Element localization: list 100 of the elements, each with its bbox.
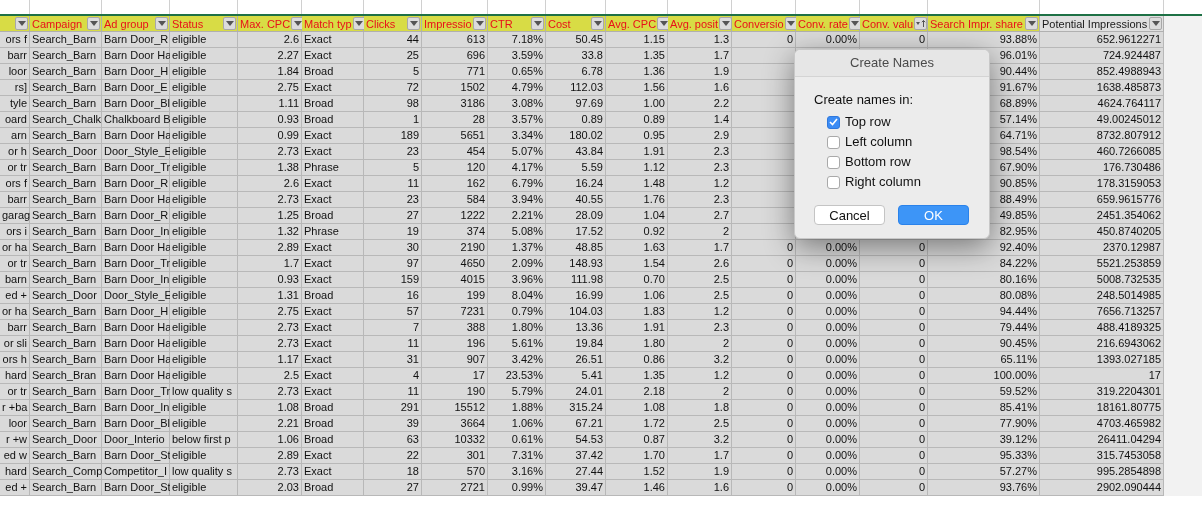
table-cell: 1.2 [668, 304, 732, 320]
checkbox[interactable] [827, 135, 840, 149]
table-cell: loor [0, 416, 30, 432]
dropdown-arrow-icon [293, 21, 302, 26]
table-cell: Barn Door_R [102, 176, 170, 192]
table-cell: eligible [170, 96, 238, 112]
table-cell: 216.6943062 [1040, 336, 1164, 352]
filter-button[interactable] [223, 17, 236, 30]
table-cell: 374 [422, 224, 488, 240]
table-cell: 0 [732, 448, 796, 464]
table-cell: 48.85 [546, 240, 606, 256]
filter-button[interactable] [591, 17, 604, 30]
table-cell: 301 [422, 448, 488, 464]
filter-button[interactable] [15, 17, 28, 30]
table-cell: eligible [170, 400, 238, 416]
table-cell: 77.90% [928, 416, 1040, 432]
filter-button[interactable] [407, 17, 420, 30]
option-label[interactable]: Left column [845, 132, 913, 152]
table-cell: eligible [170, 352, 238, 368]
checkbox[interactable] [827, 115, 840, 129]
table-cell: garag [0, 208, 30, 224]
table-cell: barr [0, 320, 30, 336]
table-cell: 16.99 [546, 288, 606, 304]
table-cell: 84.22% [928, 256, 1040, 272]
table-cell: 1.48 [606, 176, 668, 192]
table-cell: 2.3 [668, 160, 732, 176]
table-cell: 3.96% [488, 272, 546, 288]
table-cell: 26.51 [546, 352, 606, 368]
table-cell: 2.2 [668, 96, 732, 112]
table-cell: 57 [364, 304, 422, 320]
option-label[interactable]: Top row [845, 112, 891, 132]
table-cell: 3.59% [488, 48, 546, 64]
table-cell: tyle [0, 96, 30, 112]
header-label: Conv. valu [862, 16, 914, 31]
table-cell: 0 [732, 336, 796, 352]
table-cell: 0.89 [606, 112, 668, 128]
filter-button[interactable] [531, 17, 544, 30]
table-cell: 2 [668, 384, 732, 400]
table-cell: 2.5 [238, 368, 302, 384]
table-cell: ed + [0, 480, 30, 496]
table-cell: Search_Barn [30, 176, 102, 192]
table-cell: 25 [364, 48, 422, 64]
table-cell: 3.94% [488, 192, 546, 208]
table-cell: 2190 [422, 240, 488, 256]
table-cell: 148.93 [546, 256, 606, 272]
table-cell: Phrase [302, 224, 364, 240]
table-cell: 5521.253859 [1040, 256, 1164, 272]
table-cell: 0 [860, 304, 928, 320]
table-cell: 0.00% [796, 464, 860, 480]
table-cell: ors f [0, 32, 30, 48]
cancel-button[interactable]: Cancel [814, 205, 885, 225]
table-cell: below first p [170, 432, 238, 448]
table-cell: 44 [364, 32, 422, 48]
table-cell: 11 [364, 336, 422, 352]
option-label[interactable]: Right column [845, 172, 921, 192]
table-cell: Search_Chalk [30, 112, 102, 128]
table-cell: 2.6 [668, 256, 732, 272]
table-cell: 0 [732, 256, 796, 272]
table-cell: Search_Barn [30, 304, 102, 320]
header-label: Match typ [304, 16, 352, 31]
table-cell: 13.36 [546, 320, 606, 336]
checkbox[interactable] [827, 175, 840, 189]
table-cell: Exact [302, 80, 364, 96]
table-cell: 2.21% [488, 208, 546, 224]
header-label: Max. CPC [240, 16, 291, 31]
table-cell: 0 [860, 432, 928, 448]
table-cell: Exact [302, 368, 364, 384]
checkbox[interactable] [827, 155, 840, 169]
table-cell: Exact [302, 448, 364, 464]
table-cell: 5.41 [546, 368, 606, 384]
table-cell: 90.45% [928, 336, 1040, 352]
table-cell: eligible [170, 160, 238, 176]
table-cell: 1.88% [488, 400, 546, 416]
table-cell: Search_Barn [30, 224, 102, 240]
table-cell: ors i [0, 224, 30, 240]
table-cell: 199 [422, 288, 488, 304]
filter-button[interactable] [719, 17, 733, 30]
table-cell: 16 [364, 288, 422, 304]
table-cell: 39.47 [546, 480, 606, 496]
table-cell: eligible [170, 480, 238, 496]
table-cell: 1.2 [668, 368, 732, 384]
filter-button[interactable] [87, 17, 100, 30]
filter-button[interactable] [1149, 17, 1162, 30]
table-cell: barr [0, 192, 30, 208]
table-cell: 2.3 [668, 144, 732, 160]
table-cell: eligible [170, 304, 238, 320]
table-cell: barr [0, 48, 30, 64]
option-label[interactable]: Bottom row [845, 152, 911, 172]
table-cell: 0.00% [796, 416, 860, 432]
table-cell: or tr [0, 256, 30, 272]
filter-button[interactable] [473, 17, 486, 30]
filter-button[interactable] [914, 17, 928, 30]
filter-button[interactable] [155, 17, 168, 30]
table-cell: 8.04% [488, 288, 546, 304]
dropdown-arrow-icon [659, 21, 668, 26]
filter-button[interactable] [1025, 17, 1038, 30]
table-cell: 80.08% [928, 288, 1040, 304]
table-cell: or h [0, 144, 30, 160]
table-cell: Chalkboard B [102, 112, 170, 128]
table-cell: 0 [860, 448, 928, 464]
